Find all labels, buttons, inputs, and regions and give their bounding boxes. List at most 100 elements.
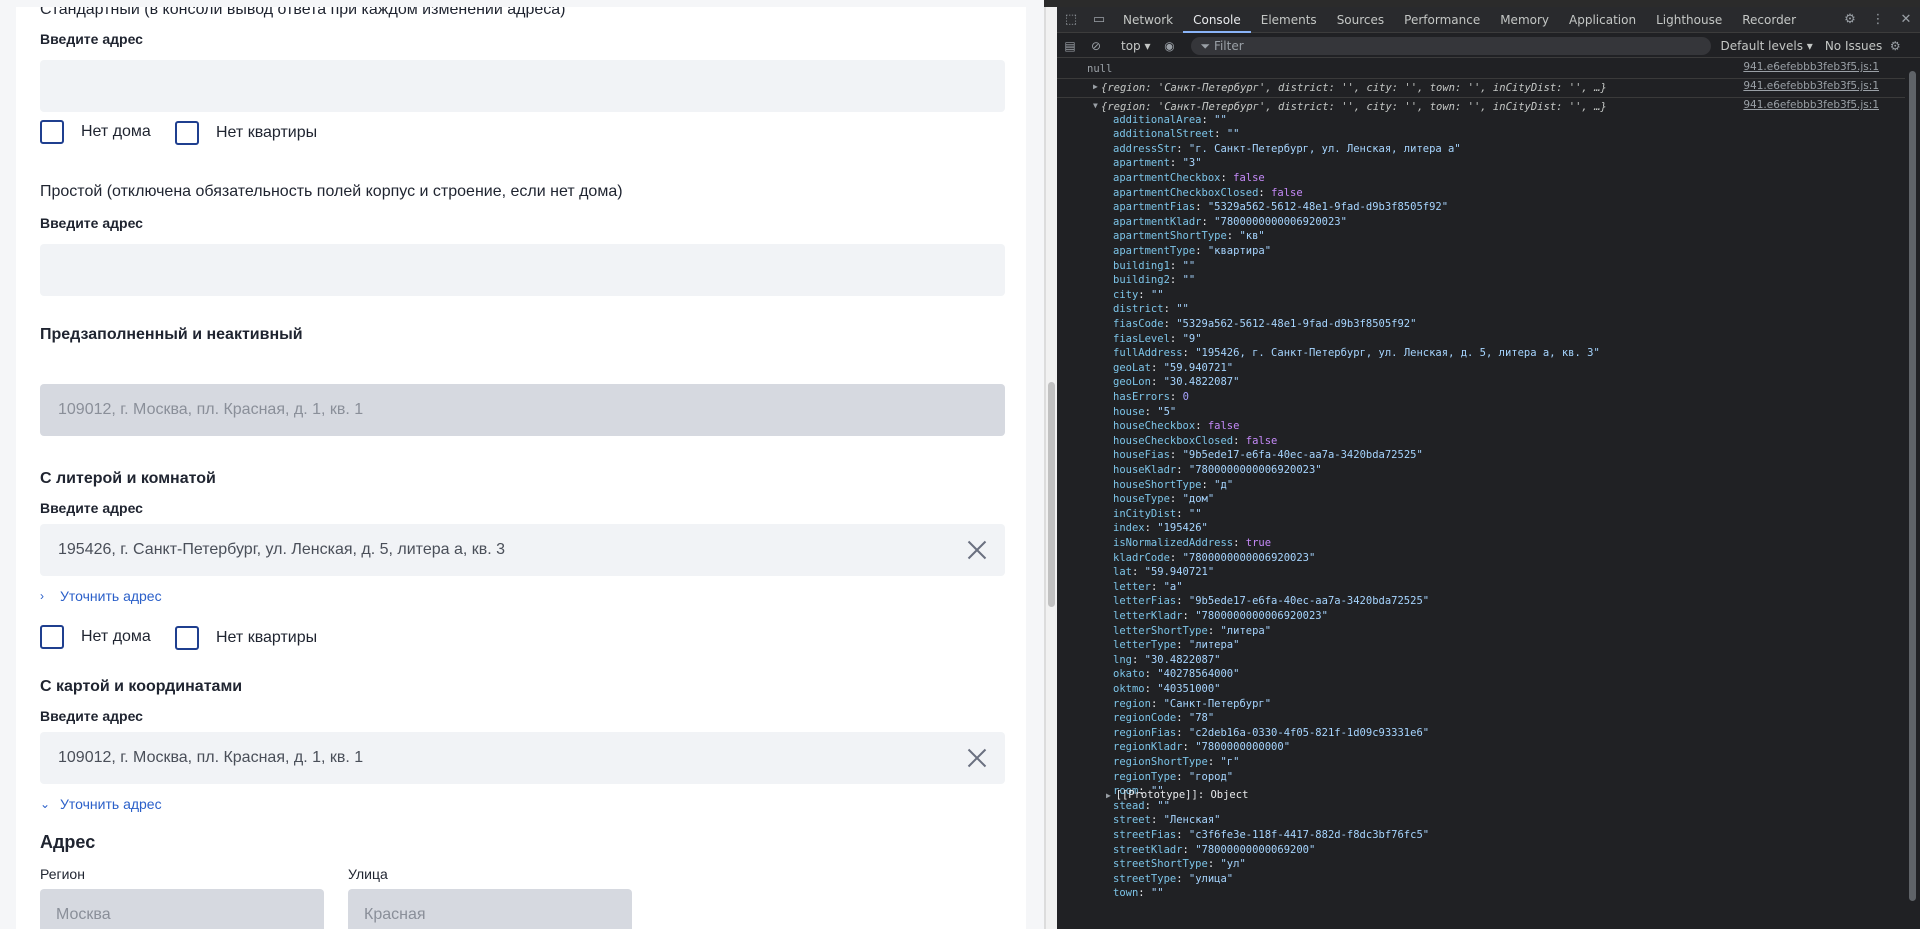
property-key: regionKladr: [1113, 741, 1183, 754]
null-output: null: [1087, 63, 1113, 75]
tab-sources[interactable]: Sources: [1327, 7, 1394, 33]
property-row: geoLon: "30.4822087": [1113, 375, 1239, 390]
source-link[interactable]: 941.e6efebbb3feb3f5.js:1: [1743, 99, 1879, 111]
property-key: regionCode: [1113, 712, 1177, 725]
clear-console-icon[interactable]: ⊘: [1083, 39, 1109, 53]
source-link[interactable]: 941.e6efebbb3feb3f5.js:1: [1743, 61, 1879, 73]
no-house-checkbox[interactable]: Нет дома: [40, 120, 151, 144]
tab-performance[interactable]: Performance: [1394, 7, 1490, 33]
litera-address-value: 195426, г. Санкт-Петербург, ул. Ленская,…: [58, 541, 506, 558]
standard-address-label: Введите адрес: [40, 31, 143, 47]
no-apartment-checkbox[interactable]: Нет квартиры: [175, 121, 317, 145]
source-link[interactable]: 941.e6efebbb3feb3f5.js:1: [1743, 80, 1879, 92]
device-icon[interactable]: ▭: [1085, 12, 1113, 27]
levels-dropdown[interactable]: Default levels ▾: [1721, 39, 1813, 53]
separator: :: [1163, 303, 1177, 316]
console-output: null 941.e6efebbb3feb3f5.js:1 ▶ {region:…: [1057, 59, 1905, 929]
street-input: Красная: [348, 889, 632, 929]
standard-address-input[interactable]: [40, 60, 1005, 112]
tab-console[interactable]: Console: [1183, 7, 1251, 33]
property-value: "7800000000006920023": [1182, 551, 1316, 564]
property-row: additionalStreet: "": [1113, 127, 1239, 142]
property-value: false: [1245, 434, 1278, 447]
property-row: apartmentCheckbox: false: [1113, 171, 1265, 186]
property-key: streetType: [1113, 872, 1177, 885]
property-key: apartmentShortType: [1113, 230, 1227, 243]
console-scrollbar[interactable]: [1905, 59, 1920, 929]
refine-address-link-2[interactable]: ⌄ Уточнить адрес: [40, 796, 162, 812]
property-row: building1: "": [1113, 259, 1195, 274]
property-value: "квартира": [1207, 244, 1272, 257]
no-apartment-checkbox-2[interactable]: Нет квартиры: [175, 626, 317, 650]
expand-triangle-icon[interactable]: ▶: [1093, 82, 1098, 91]
filter-input[interactable]: ⏷ Filter: [1190, 36, 1711, 55]
map-address-input[interactable]: 109012, г. Москва, пл. Красная, д. 1, кв…: [40, 732, 1005, 784]
property-key: houseShortType: [1113, 478, 1202, 491]
simple-address-input[interactable]: [40, 244, 1005, 296]
section-standard-title: Стандартный (в консоли вывод ответа при …: [40, 7, 566, 18]
property-row: letterShortType: "литера": [1113, 624, 1271, 639]
property-key: additionalStreet: [1113, 128, 1215, 141]
scroll-thumb[interactable]: [1909, 71, 1916, 901]
litera-address-input[interactable]: 195426, г. Санкт-Петербург, ул. Ленская,…: [40, 524, 1005, 576]
separator: :: [1258, 186, 1272, 199]
no-house-checkbox-2[interactable]: Нет дома: [40, 625, 151, 649]
property-value: "9b5ede17-e6fa-40ec-aa7a-3420bda72525": [1182, 449, 1423, 462]
property-key: letterKladr: [1113, 609, 1183, 622]
separator: :: [1207, 755, 1221, 768]
property-key: oktmo: [1113, 682, 1145, 695]
property-key: city: [1113, 288, 1139, 301]
separator: :: [1201, 113, 1215, 126]
property-row: fiasLevel: "9": [1113, 332, 1202, 347]
clear-icon[interactable]: [967, 540, 987, 560]
issues-counter[interactable]: No Issues: [1825, 39, 1882, 53]
property-value: "9": [1182, 332, 1202, 345]
property-row: kladrCode: "7800000000006920023": [1113, 551, 1315, 566]
tab-recorder[interactable]: Recorder: [1732, 7, 1806, 33]
property-key: letterFias: [1113, 595, 1177, 608]
property-value: "40278564000": [1157, 668, 1240, 681]
separator: :: [1182, 843, 1196, 856]
property-key: houseKladr: [1113, 463, 1177, 476]
more-icon[interactable]: ⋮: [1864, 12, 1892, 27]
clear-icon[interactable]: [967, 748, 987, 768]
property-key: houseType: [1113, 493, 1170, 506]
separator: :: [1150, 376, 1164, 389]
inspect-icon[interactable]: ⬚: [1057, 12, 1085, 27]
tab-elements[interactable]: Elements: [1251, 7, 1327, 33]
section-litera-title: С литерой и комнатой: [40, 470, 216, 487]
tab-lighthouse[interactable]: Lighthouse: [1646, 7, 1732, 33]
property-row: houseFias: "9b5ede17-e6fa-40ec-aa7a-3420…: [1113, 448, 1423, 463]
checkbox-box[interactable]: [175, 626, 199, 650]
close-icon[interactable]: ✕: [1892, 12, 1920, 27]
tab-application[interactable]: Application: [1559, 7, 1646, 33]
refine-address-link[interactable]: › Уточнить адрес: [40, 588, 162, 604]
app-panel: Стандартный (в консоли вывод ответа при …: [0, 0, 1044, 929]
gear-icon[interactable]: ⚙: [1836, 12, 1864, 27]
property-row: houseKladr: "7800000000006920023": [1113, 463, 1322, 478]
devtools-panel: ⬚ ▭ Network Console Elements Sources Per…: [1057, 7, 1920, 929]
property-value: "": [1214, 113, 1227, 126]
context-selector[interactable]: top ▾: [1115, 39, 1157, 53]
separator: :: [1131, 653, 1145, 666]
collapse-triangle-icon[interactable]: ▼: [1093, 101, 1098, 110]
sidebar-toggle-icon[interactable]: ▤: [1057, 39, 1083, 53]
eye-icon[interactable]: ◉: [1157, 39, 1183, 53]
checkbox-box[interactable]: [40, 120, 64, 144]
expand-triangle-icon[interactable]: ▶: [1106, 791, 1116, 800]
separator: :: [1169, 551, 1183, 564]
prototype-row[interactable]: ▶ [[Prototype]]: Object: [1106, 788, 1248, 803]
console-message[interactable]: ▶ {region: 'Санкт-Петербург', district: …: [1057, 78, 1905, 98]
page-scrollbar[interactable]: [1046, 7, 1057, 929]
separator: :: [1144, 682, 1158, 695]
checkbox-box[interactable]: [175, 121, 199, 145]
property-row: streetShortType: "ул": [1113, 857, 1246, 872]
console-settings-icon[interactable]: ⚙: [1882, 39, 1908, 53]
property-value: true: [1245, 536, 1272, 549]
scroll-thumb[interactable]: [1048, 382, 1055, 607]
separator: :: [1150, 814, 1164, 827]
tab-network[interactable]: Network: [1113, 7, 1183, 33]
property-value: "": [1226, 128, 1240, 141]
tab-memory[interactable]: Memory: [1490, 7, 1559, 33]
checkbox-box[interactable]: [40, 625, 64, 649]
